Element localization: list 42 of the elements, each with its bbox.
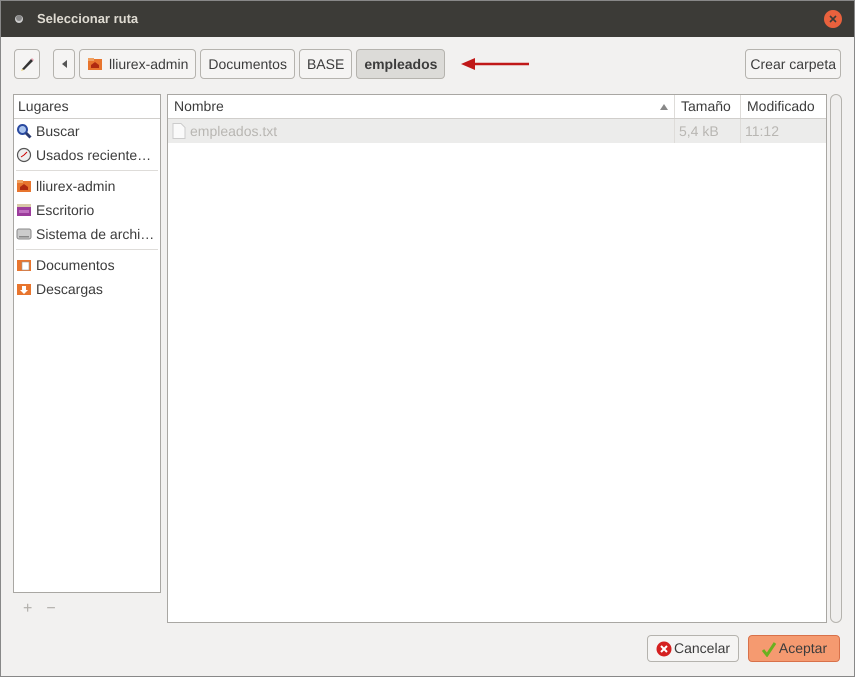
text-file-icon xyxy=(172,123,186,139)
sort-ascending-icon xyxy=(660,104,668,110)
check-icon xyxy=(760,640,777,656)
places-item[interactable]: Usados reciente… xyxy=(14,143,160,167)
window-title: Seleccionar ruta xyxy=(37,10,138,28)
scroll-left-button[interactable] xyxy=(53,49,75,79)
documents-folder-icon xyxy=(16,257,32,273)
home-folder-icon xyxy=(16,178,32,194)
desktop-icon xyxy=(16,202,32,218)
places-item[interactable]: Escritorio xyxy=(14,198,160,222)
places-item[interactable]: lliurex-admin xyxy=(14,174,160,198)
annotation-arrow-icon xyxy=(461,58,532,70)
error-circle-icon xyxy=(656,640,672,656)
places-item[interactable]: Documentos xyxy=(14,253,160,277)
cancel-button[interactable]: Cancelar xyxy=(647,635,739,662)
path-button[interactable]: BASE xyxy=(298,49,352,79)
close-button[interactable] xyxy=(824,10,842,28)
path-button[interactable]: Documentos xyxy=(200,49,295,79)
downloads-folder-icon xyxy=(16,281,32,297)
column-header[interactable]: Nombre xyxy=(168,95,674,118)
column-header[interactable]: Lugares xyxy=(14,95,160,119)
places-item[interactable]: Buscar xyxy=(14,119,160,143)
table-cell: 5,4 kB xyxy=(674,119,740,143)
pencil-icon xyxy=(19,56,35,72)
column-header[interactable]: Modificado xyxy=(740,95,826,118)
column-header[interactable]: Tamaño xyxy=(674,95,740,118)
edit-location-button[interactable] xyxy=(14,49,40,79)
search-icon xyxy=(16,123,32,139)
scrollbar[interactable] xyxy=(830,94,842,623)
table-cell: 11:12 xyxy=(740,119,826,143)
create-folder-button[interactable]: Crear carpeta xyxy=(745,49,841,79)
left-arrow-icon xyxy=(62,60,66,68)
close-icon xyxy=(829,15,837,23)
drive-icon xyxy=(16,226,32,242)
window-menu-icon[interactable] xyxy=(13,13,25,25)
path-button[interactable]: lliurex-admin xyxy=(79,49,196,79)
places-item[interactable]: Descargas xyxy=(14,277,160,301)
home-folder-icon xyxy=(87,56,103,72)
clock-icon xyxy=(16,147,32,163)
path-button[interactable]: empleados xyxy=(356,49,446,79)
accept-button[interactable]: Aceptar xyxy=(748,635,840,662)
places-item[interactable]: Sistema de archi… xyxy=(14,222,160,246)
